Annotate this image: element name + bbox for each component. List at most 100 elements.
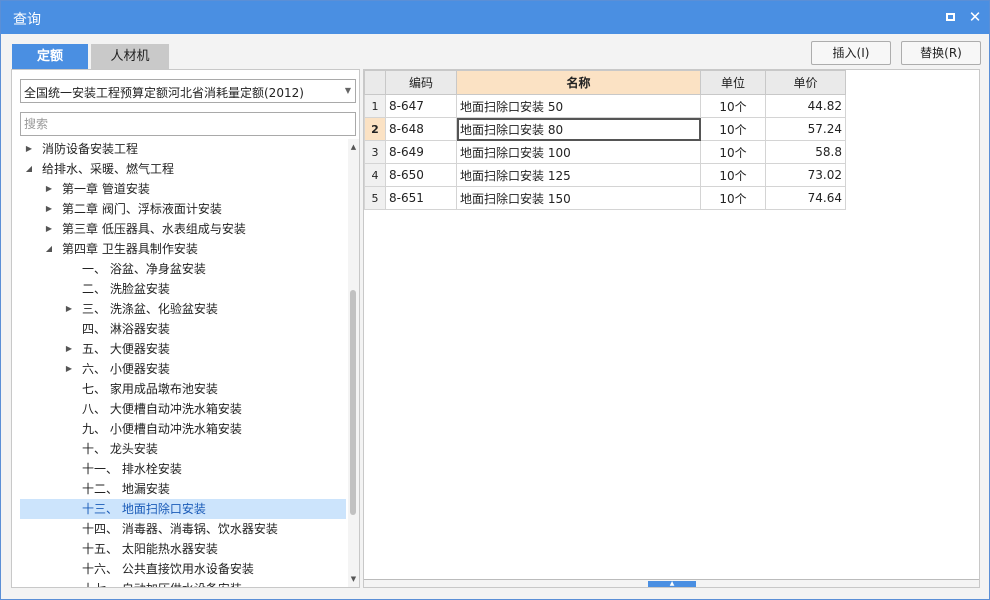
header-price[interactable]: 单价 — [765, 70, 846, 95]
tree-item[interactable]: 九、 小便槽自动冲洗水箱安装 — [20, 419, 346, 439]
header-code[interactable]: 编码 — [385, 70, 457, 95]
row-number[interactable]: 2 — [364, 117, 386, 141]
tree-item-label: 十三、 地面扫除口安装 — [82, 502, 206, 516]
tree-item-label: 给排水、采暖、燃气工程 — [42, 162, 175, 176]
replace-button[interactable]: 替换(R) — [901, 41, 981, 65]
cell-code[interactable]: 8-651 — [385, 186, 457, 210]
tree-item[interactable]: 十六、 公共直接饮用水设备安装 — [20, 559, 346, 579]
tree-item[interactable]: 十七、 自动加压供水设备安装 — [20, 579, 346, 587]
row-number[interactable]: 3 — [364, 140, 386, 164]
tree-item[interactable]: ▶ 三、 洗涤盆、化验盆安装 — [20, 299, 346, 319]
collapse-up-icon[interactable]: ▲ — [648, 581, 696, 587]
tree-item[interactable]: ◢ 给排水、采暖、燃气工程 — [20, 159, 346, 179]
cell-unit[interactable]: 10个 — [700, 140, 766, 164]
cell-unit[interactable]: 10个 — [700, 94, 766, 118]
cell-code[interactable]: 8-649 — [385, 140, 457, 164]
cell-price[interactable]: 44.82 — [765, 94, 846, 118]
tree-item[interactable]: 十五、 太阳能热水器安装 — [20, 539, 346, 559]
tree-item[interactable]: ▶ 五、 大便器安装 — [20, 339, 346, 359]
row-number[interactable]: 1 — [364, 94, 386, 118]
tree-item[interactable]: 十四、 消毒器、消毒锅、饮水器安装 — [20, 519, 346, 539]
tree-item[interactable]: ▶ 第三章 低压器具、水表组成与安装 — [20, 219, 346, 239]
tree-item-label: 九、 小便槽自动冲洗水箱安装 — [82, 422, 242, 436]
cell-name[interactable]: 地面扫除口安装 125 — [456, 163, 701, 187]
tree-item[interactable]: ▶ 消防设备安装工程 — [20, 139, 346, 159]
tree-item[interactable]: 一、 浴盆、净身盆安装 — [20, 259, 346, 279]
table-row[interactable]: 2 8-648 地面扫除口安装 80 10个 57.24 — [364, 117, 846, 141]
tree-item[interactable]: 七、 家用成品墩布池安装 — [20, 379, 346, 399]
tab-labor-material-machine[interactable]: 人材机 — [91, 44, 169, 69]
tree-scrollbar[interactable]: ▲ ▼ — [348, 139, 359, 587]
tree-item-label: 五、 大便器安装 — [82, 342, 170, 356]
cell-name[interactable]: 地面扫除口安装 80 — [456, 117, 701, 141]
cell-name[interactable]: 地面扫除口安装 150 — [456, 186, 701, 210]
tree-item[interactable]: 十一、 排水栓安装 — [20, 459, 346, 479]
insert-button[interactable]: 插入(I) — [811, 41, 891, 65]
tree-item-label: 十五、 太阳能热水器安装 — [82, 542, 218, 556]
expand-arrow-icon[interactable]: ▶ — [44, 179, 54, 199]
tree-item[interactable]: 二、 洗脸盆安装 — [20, 279, 346, 299]
table-row[interactable]: 1 8-647 地面扫除口安装 50 10个 44.82 — [364, 94, 846, 118]
cell-price[interactable]: 73.02 — [765, 163, 846, 187]
tree-item-label: 消防设备安装工程 — [42, 142, 139, 156]
close-icon[interactable]: ✕ — [966, 8, 984, 26]
quota-library-select[interactable]: 全国统一安装工程预算定额河北省消耗量定额(2012) ▼ — [20, 79, 356, 103]
cell-name[interactable]: 地面扫除口安装 50 — [456, 94, 701, 118]
chevron-down-icon[interactable]: ▼ — [345, 86, 351, 95]
expand-arrow-icon[interactable]: ▶ — [64, 359, 74, 379]
tree-item[interactable]: 八、 大便槽自动冲洗水箱安装 — [20, 399, 346, 419]
cell-code[interactable]: 8-650 — [385, 163, 457, 187]
tree-item-label: 第四章 卫生器具制作安装 — [62, 242, 198, 256]
tree-item-label: 二、 洗脸盆安装 — [82, 282, 170, 296]
row-number[interactable]: 4 — [364, 163, 386, 187]
tree-item-label: 六、 小便器安装 — [82, 362, 170, 376]
table-row[interactable]: 3 8-649 地面扫除口安装 100 10个 58.8 — [364, 140, 846, 164]
cell-unit[interactable]: 10个 — [700, 117, 766, 141]
cell-name[interactable]: 地面扫除口安装 100 — [456, 140, 701, 164]
tree-item[interactable]: 十、 龙头安装 — [20, 439, 346, 459]
tree-item[interactable]: ▶ 第二章 阀门、浮标液面计安装 — [20, 199, 346, 219]
grid-splitter[interactable]: ▲ — [364, 579, 979, 587]
tree-item-label: 十六、 公共直接饮用水设备安装 — [82, 562, 254, 576]
cell-price[interactable]: 57.24 — [765, 117, 846, 141]
tree-item[interactable]: 十三、 地面扫除口安装 — [20, 499, 346, 519]
cell-price[interactable]: 74.64 — [765, 186, 846, 210]
cell-code[interactable]: 8-648 — [385, 117, 457, 141]
expand-arrow-icon[interactable]: ▶ — [24, 139, 34, 159]
tree-item-label: 一、 浴盆、净身盆安装 — [82, 262, 206, 276]
collapse-arrow-icon[interactable]: ◢ — [24, 159, 34, 179]
maximize-icon[interactable] — [941, 8, 959, 26]
quota-grid-panel: 编码 名称 单位 单价 1 8-647 地面扫除口安装 50 10个 44.82 2 8-6… — [363, 69, 980, 588]
tree-item[interactable]: ▶ 第一章 管道安装 — [20, 179, 346, 199]
row-number[interactable]: 5 — [364, 186, 386, 210]
scroll-up-icon[interactable]: ▲ — [348, 141, 359, 153]
tree-item[interactable]: ▶ 六、 小便器安装 — [20, 359, 346, 379]
tab-quota[interactable]: 定额 — [12, 44, 88, 69]
cell-unit[interactable]: 10个 — [700, 163, 766, 187]
search-input[interactable] — [20, 112, 356, 136]
tree-item[interactable]: 十二、 地漏安装 — [20, 479, 346, 499]
tree-item-label: 第一章 管道安装 — [62, 182, 150, 196]
tree-item-label: 十七、 自动加压供水设备安装 — [82, 579, 242, 587]
header-name[interactable]: 名称 — [456, 70, 701, 95]
collapse-arrow-icon[interactable]: ◢ — [44, 239, 54, 259]
scroll-down-icon[interactable]: ▼ — [348, 573, 359, 585]
expand-arrow-icon[interactable]: ▶ — [44, 219, 54, 239]
tree-item[interactable]: 四、 淋浴器安装 — [20, 319, 346, 339]
header-unit[interactable]: 单位 — [700, 70, 766, 95]
scroll-thumb[interactable] — [350, 290, 356, 515]
quota-tree: ▶ 消防设备安装工程 ◢ 给排水、采暖、燃气工程 ▶ 第一章 管道安装 ▶ 第二章 阀门、浮标… — [20, 139, 346, 587]
expand-arrow-icon[interactable]: ▶ — [44, 199, 54, 219]
quota-tree-panel: 全国统一安装工程预算定额河北省消耗量定额(2012) ▼ ▶ 消防设备安装工程 ◢ 给… — [11, 69, 360, 588]
table-row[interactable]: 4 8-650 地面扫除口安装 125 10个 73.02 — [364, 163, 846, 187]
cell-unit[interactable]: 10个 — [700, 186, 766, 210]
tree-item[interactable]: ◢ 第四章 卫生器具制作安装 — [20, 239, 346, 259]
tree-item-label: 第三章 低压器具、水表组成与安装 — [62, 222, 246, 236]
title-bar[interactable]: 查询 ✕ — [1, 1, 989, 34]
table-row[interactable]: 5 8-651 地面扫除口安装 150 10个 74.64 — [364, 186, 846, 210]
tree-item-label: 第二章 阀门、浮标液面计安装 — [62, 202, 222, 216]
cell-price[interactable]: 58.8 — [765, 140, 846, 164]
cell-code[interactable]: 8-647 — [385, 94, 457, 118]
expand-arrow-icon[interactable]: ▶ — [64, 299, 74, 319]
expand-arrow-icon[interactable]: ▶ — [64, 339, 74, 359]
